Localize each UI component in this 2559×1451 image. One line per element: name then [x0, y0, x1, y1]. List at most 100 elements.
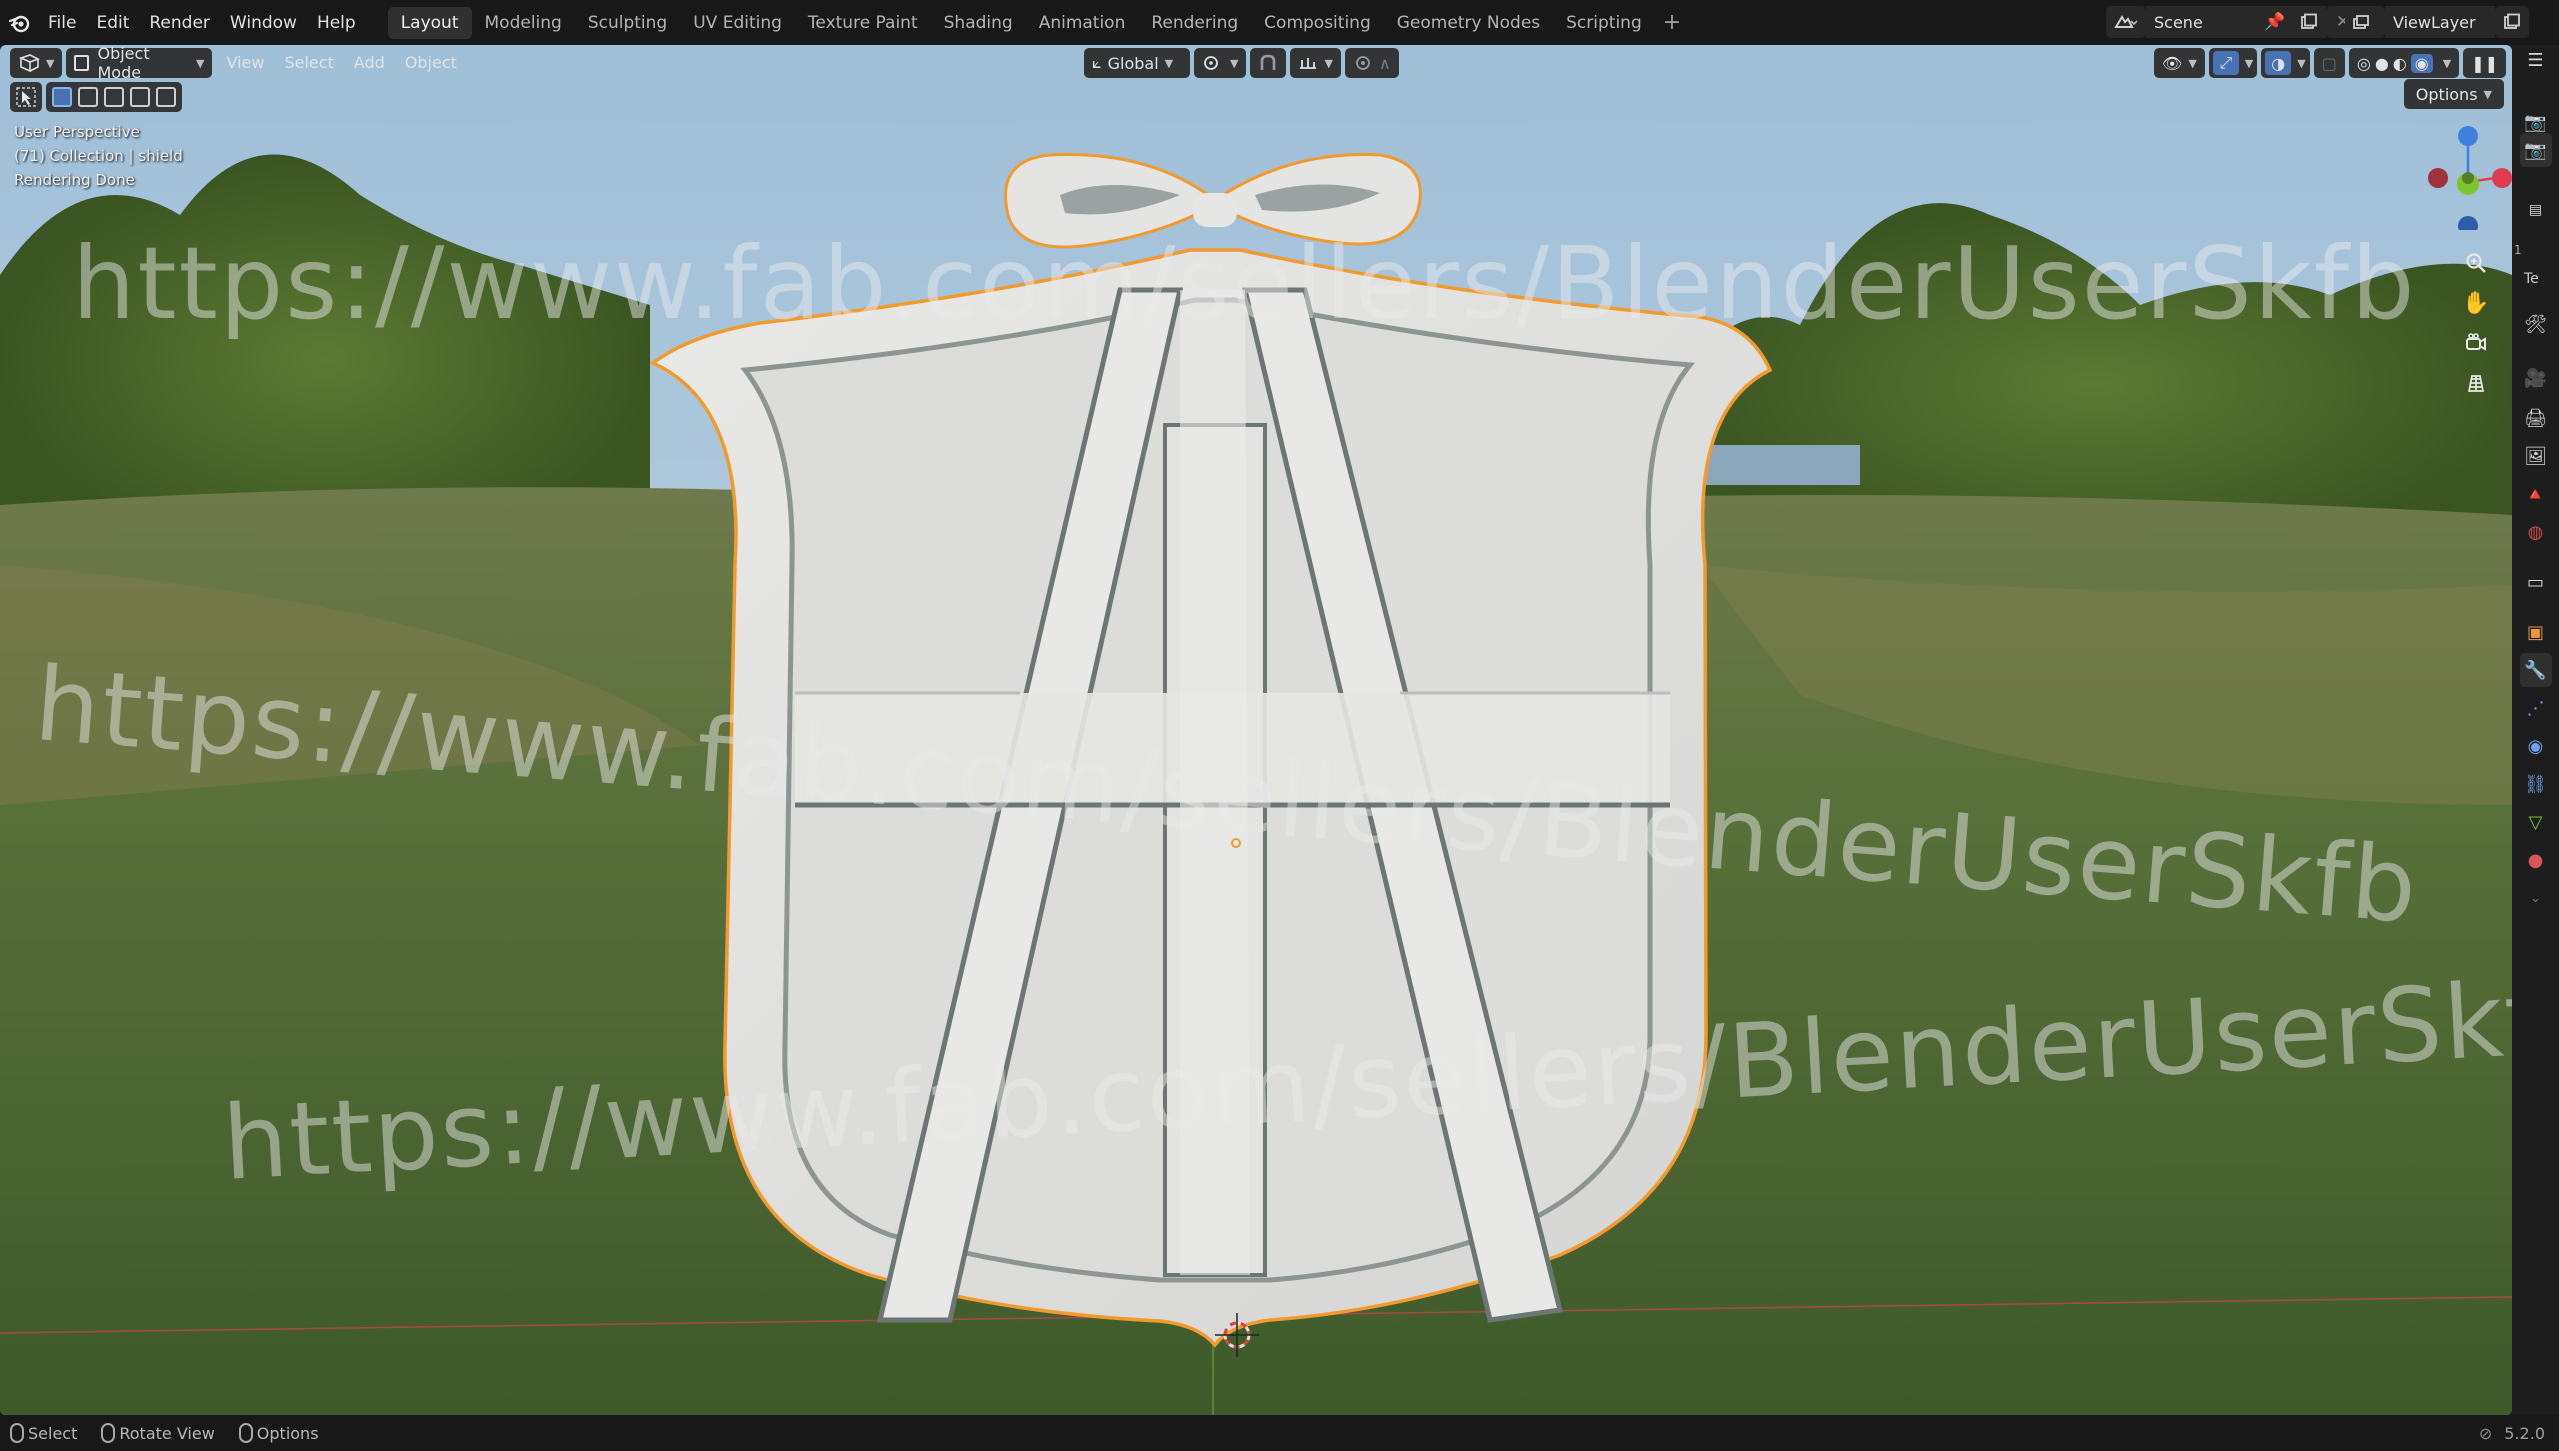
- select-extend-icon[interactable]: [78, 87, 98, 107]
- tab-sculpting[interactable]: Sculpting: [575, 7, 680, 39]
- tab-animation[interactable]: Animation: [1026, 7, 1139, 39]
- tab-uv-editing[interactable]: UV Editing: [680, 7, 795, 39]
- object-mode-label: Object Mode: [97, 44, 150, 82]
- tab-scripting[interactable]: Scripting: [1553, 7, 1655, 39]
- add-workspace-button[interactable]: +: [1655, 7, 1689, 39]
- zoom-icon[interactable]: [2458, 245, 2494, 281]
- solid-shading-icon[interactable]: ●: [2375, 54, 2389, 73]
- options-label: Options: [2415, 84, 2478, 104]
- ortho-grid-icon[interactable]: [2458, 365, 2494, 401]
- menu-edit[interactable]: Edit: [86, 7, 139, 39]
- tab-compositing[interactable]: Compositing: [1251, 7, 1384, 39]
- panel-label-2: Te: [2524, 271, 2539, 287]
- tab-texture-paint[interactable]: Texture Paint: [795, 7, 931, 39]
- version-label: ⊘ 5.2.0: [2479, 1424, 2545, 1443]
- workspace-tabs: Layout Modeling Sculpting UV Editing Tex…: [387, 6, 1689, 39]
- modifier-properties-icon[interactable]: 🔧: [2519, 653, 2552, 687]
- menu-view[interactable]: View: [216, 48, 274, 78]
- new-scene-icon[interactable]: [2292, 6, 2326, 38]
- tab-rendering[interactable]: Rendering: [1138, 7, 1251, 39]
- scene-name-field[interactable]: Scene: [2146, 6, 2258, 38]
- navigation-gizmo[interactable]: Z: [2422, 120, 2512, 236]
- constraints-properties-icon[interactable]: ⛓: [2520, 767, 2552, 801]
- menu-file[interactable]: File: [38, 7, 86, 39]
- menu-window[interactable]: Window: [220, 7, 307, 39]
- new-view-layer-icon[interactable]: [2495, 6, 2529, 38]
- network-off-icon: ⊘: [2478, 1423, 2493, 1443]
- menu-help[interactable]: Help: [307, 7, 366, 39]
- collection-properties-icon[interactable]: ▭: [2520, 565, 2552, 599]
- wireframe-shading-icon[interactable]: ◎: [2357, 54, 2371, 73]
- item-tab[interactable]: ▤: [2520, 193, 2552, 227]
- viewport-options-button[interactable]: Options ▼: [2403, 79, 2504, 109]
- tool-tab-icon[interactable]: 🛠: [2520, 307, 2552, 341]
- pause-icon: ❚❚: [2471, 53, 2498, 73]
- view-layer-field[interactable]: ViewLayer: [2385, 6, 2495, 38]
- output-properties-icon[interactable]: 🖨: [2520, 401, 2552, 435]
- menu-add[interactable]: Add: [344, 48, 395, 78]
- object-properties-icon[interactable]: ▣: [2520, 615, 2552, 649]
- camera-view-icon[interactable]: [2458, 325, 2494, 361]
- active-tool-select[interactable]: [10, 82, 42, 112]
- orientation-label: Global: [1107, 53, 1159, 73]
- overlays-toggle[interactable]: ◑ ▼: [2261, 48, 2310, 78]
- overlays-icon: ◑: [2265, 51, 2292, 75]
- more-tabs-chevron-icon[interactable]: ⌄: [2520, 881, 2552, 915]
- select-subtract-icon[interactable]: [104, 87, 124, 107]
- view-layer-properties-icon[interactable]: 🖼: [2520, 439, 2552, 473]
- proportional-edit-toggle[interactable]: ∧: [1344, 48, 1399, 78]
- editor-type-button[interactable]: ▼: [10, 48, 63, 78]
- particles-properties-icon[interactable]: ⋰: [2520, 691, 2552, 725]
- 3d-viewport[interactable]: https://www.fab.com/sellers/BlenderUserS…: [0, 45, 2512, 1415]
- select-invert-icon[interactable]: [130, 87, 150, 107]
- object-mode-dropdown[interactable]: Object Mode ▼: [66, 44, 213, 82]
- menu-object[interactable]: Object: [395, 48, 467, 78]
- material-shading-icon[interactable]: ◐: [2393, 54, 2407, 73]
- transform-orientation-dropdown[interactable]: ⟀ Global ▼: [1084, 48, 1190, 78]
- tab-modeling[interactable]: Modeling: [472, 7, 575, 39]
- scene-selector: Scene 📌 ✕: [2106, 6, 2360, 38]
- blender-logo-icon[interactable]: [2, 0, 38, 45]
- panel-label-1: 1: [2514, 243, 2522, 257]
- select-new-icon[interactable]: [52, 87, 72, 107]
- shading-controls: 👁 ▼ ⤢ ▼ ◑ ▼ ▢ ◎ ● ◐ ◉ ▼ ❚❚: [2154, 48, 2510, 78]
- eye-icon: 👁: [2162, 53, 2183, 73]
- rendered-shading-icon[interactable]: ◉: [2410, 53, 2433, 73]
- orientation-icon: ⟀: [1092, 53, 1102, 72]
- collection-label: (71) Collection | shield: [14, 147, 183, 165]
- status-options-label: Options: [256, 1423, 319, 1443]
- render-result-icon[interactable]: 📷: [2519, 133, 2552, 167]
- material-properties-icon[interactable]: ●: [2520, 843, 2552, 877]
- pause-render-button[interactable]: ❚❚: [2463, 48, 2506, 78]
- view-layer-selector: ViewLayer: [2345, 6, 2529, 38]
- data-properties-icon[interactable]: ▽: [2520, 805, 2552, 839]
- render-properties-icon[interactable]: 🎥: [2520, 361, 2552, 395]
- gizmos-toggle[interactable]: ⤢ ▼: [2208, 48, 2258, 78]
- pivot-point-dropdown[interactable]: ▼: [1194, 48, 1247, 78]
- outliner-icon[interactable]: ☰: [2520, 43, 2552, 77]
- select-intersect-icon[interactable]: [156, 87, 176, 107]
- status-bar: Select Rotate View Options ⊘ 5.2.0: [0, 1415, 2559, 1451]
- render-status: Rendering Done: [14, 171, 135, 189]
- snap-target-dropdown[interactable]: ▼: [1290, 48, 1341, 78]
- tab-geometry-nodes[interactable]: Geometry Nodes: [1384, 7, 1553, 39]
- status-rotate: Rotate View: [101, 1423, 215, 1443]
- menu-select[interactable]: Select: [274, 48, 343, 78]
- snap-toggle[interactable]: [1250, 48, 1287, 78]
- scene-properties-icon[interactable]: 🔺: [2520, 477, 2552, 511]
- mouse-left-icon: [10, 1423, 24, 1443]
- world-properties-icon[interactable]: ◍: [2520, 515, 2552, 549]
- visibility-dropdown[interactable]: 👁 ▼: [2154, 48, 2205, 78]
- tab-shading[interactable]: Shading: [931, 7, 1026, 39]
- physics-properties-icon[interactable]: ◉: [2520, 729, 2552, 763]
- tab-layout[interactable]: Layout: [387, 6, 472, 39]
- status-select-label: Select: [28, 1423, 78, 1443]
- view-layer-browse-icon[interactable]: [2345, 6, 2385, 38]
- selection-mode-group: [46, 82, 182, 112]
- xray-toggle[interactable]: ▢: [2313, 48, 2345, 78]
- scene-browse-icon[interactable]: [2106, 6, 2146, 38]
- perspective-label: User Perspective: [14, 123, 140, 141]
- pan-hand-icon[interactable]: ✋: [2458, 285, 2494, 321]
- menu-render[interactable]: Render: [139, 7, 220, 39]
- pin-icon[interactable]: 📌: [2258, 6, 2292, 38]
